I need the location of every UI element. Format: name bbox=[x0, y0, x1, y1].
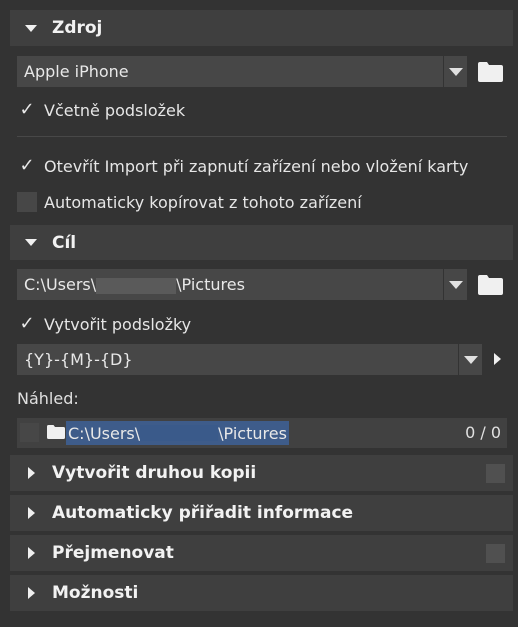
section-title-rename: Přejmenovat bbox=[52, 543, 174, 563]
path-suffix: \Pictures bbox=[218, 423, 287, 443]
source-device-value: Apple iPhone bbox=[24, 62, 129, 81]
redacted-username bbox=[96, 277, 177, 294]
path-suffix: \Pictures bbox=[176, 275, 245, 294]
preview-label: Náhled: bbox=[17, 389, 79, 408]
checkbox-box[interactable]: ✓ bbox=[17, 314, 37, 334]
subfolder-pattern-select[interactable]: {Y}-{M}-{D} bbox=[17, 344, 482, 375]
path-prefix: C:\Users\ bbox=[68, 423, 141, 443]
preview-count: 0 / 0 bbox=[465, 423, 501, 442]
include-subfolders-checkbox[interactable]: ✓ Včetně podsložek bbox=[17, 99, 185, 121]
destination-path-value: C:\Users\ \Pictures bbox=[17, 275, 443, 294]
section-title-auto-assign: Automaticky přiřadit informace bbox=[52, 503, 354, 523]
chevron-down-icon[interactable] bbox=[443, 269, 467, 300]
section-header-destination[interactable]: Cíl bbox=[10, 225, 513, 260]
section-header-source[interactable]: Zdroj bbox=[10, 10, 513, 46]
create-subfolders-checkbox[interactable]: ✓ Vytvořit podsložky bbox=[17, 313, 191, 335]
expand-icon bbox=[10, 587, 52, 599]
checkmark-icon: ✓ bbox=[19, 313, 35, 334]
create-subfolders-label: Vytvořit podsložky bbox=[44, 314, 192, 334]
checkmark-icon: ✓ bbox=[19, 155, 35, 176]
section-title-destination: Cíl bbox=[52, 232, 77, 253]
expand-icon bbox=[10, 547, 52, 559]
destination-path-select[interactable]: C:\Users\ \Pictures bbox=[17, 269, 467, 300]
open-import-checkbox[interactable]: ✓ Otevřít Import při zapnutí zařízení ne… bbox=[17, 155, 468, 177]
preview-row[interactable]: C:\Users\ \Pictures 0 / 0 bbox=[17, 418, 507, 448]
collapse-icon bbox=[10, 239, 52, 246]
include-subfolders-label: Včetně podsložek bbox=[44, 100, 186, 120]
folder-icon bbox=[47, 424, 65, 443]
section-title-second-copy: Vytvořit druhou kopii bbox=[52, 463, 257, 483]
auto-copy-label: Automaticky kopírovat z tohoto zařízení bbox=[44, 192, 362, 212]
pattern-menu-icon[interactable] bbox=[494, 353, 501, 365]
section-header-auto-assign[interactable]: Automaticky přiřadit informace bbox=[10, 495, 513, 531]
section-header-options[interactable]: Možnosti bbox=[10, 575, 513, 611]
folder-icon[interactable] bbox=[478, 275, 503, 295]
section-header-rename[interactable]: Přejmenovat bbox=[10, 535, 513, 571]
collapse-icon bbox=[10, 24, 52, 32]
folder-icon[interactable] bbox=[478, 62, 503, 82]
auto-copy-checkbox[interactable]: Automaticky kopírovat z tohoto zařízení bbox=[17, 191, 362, 213]
checkmark-icon: ✓ bbox=[19, 99, 35, 120]
source-device-select[interactable]: Apple iPhone bbox=[17, 56, 467, 87]
path-prefix: C:\Users\ bbox=[24, 275, 97, 294]
open-import-label: Otevřít Import při zapnutí zařízení nebo… bbox=[44, 156, 469, 176]
checkbox-box[interactable]: ✓ bbox=[17, 156, 37, 176]
section-header-second-copy[interactable]: Vytvořit druhou kopii bbox=[10, 455, 513, 491]
preview-checkbox[interactable] bbox=[20, 423, 39, 442]
section-enable-checkbox[interactable] bbox=[486, 464, 505, 483]
redacted-username bbox=[140, 425, 219, 441]
checkbox-box[interactable]: ✓ bbox=[17, 100, 37, 120]
chevron-down-icon[interactable] bbox=[458, 344, 482, 375]
chevron-down-icon[interactable] bbox=[443, 56, 467, 87]
section-title-source: Zdroj bbox=[52, 18, 103, 38]
preview-path: C:\Users\ \Pictures bbox=[66, 421, 289, 445]
checkbox-box[interactable] bbox=[17, 192, 37, 212]
section-enable-checkbox[interactable] bbox=[486, 544, 505, 563]
expand-icon bbox=[10, 467, 52, 479]
divider bbox=[17, 136, 507, 137]
expand-icon bbox=[10, 507, 52, 519]
section-title-options: Možnosti bbox=[52, 583, 139, 603]
subfolder-pattern-value: {Y}-{M}-{D} bbox=[24, 350, 133, 369]
